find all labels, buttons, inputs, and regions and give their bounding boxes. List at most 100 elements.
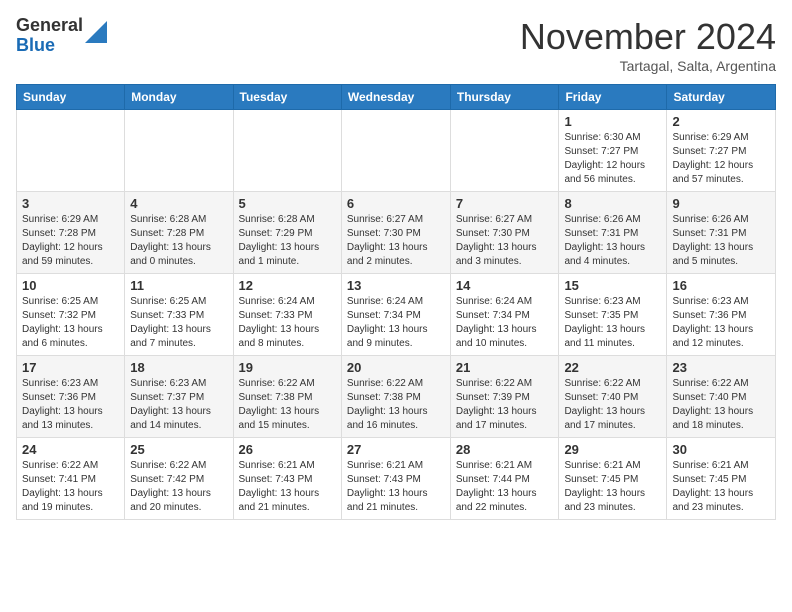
calendar-week-2: 3Sunrise: 6:29 AMSunset: 7:28 PMDaylight… <box>17 192 776 274</box>
cell-content: Sunrise: 6:23 AMSunset: 7:36 PMDaylight:… <box>22 377 119 433</box>
calendar-cell: 30Sunrise: 6:21 AMSunset: 7:45 PMDayligh… <box>667 438 776 520</box>
sunset-text: Sunset: 7:39 PM <box>456 392 530 403</box>
weekday-header-thursday: Thursday <box>450 85 559 110</box>
calendar-cell: 8Sunrise: 6:26 AMSunset: 7:31 PMDaylight… <box>559 192 667 274</box>
calendar-cell: 21Sunrise: 6:22 AMSunset: 7:39 PMDayligh… <box>450 356 559 438</box>
calendar-cell: 24 Sunrise: 6:22 AMSunset: 7:41 PMDayligh… <box>17 438 125 520</box>
day-number: 25 <box>130 442 227 457</box>
day-number: 24 <box>22 442 119 457</box>
day-number: 15 <box>564 278 661 293</box>
day-number: 14 <box>456 278 554 293</box>
daylight-text: Daylight: 13 hours and 1 minute. <box>239 242 320 267</box>
day-number: 27 <box>347 442 445 457</box>
cell-content: Sunrise: 6:21 AMSunset: 7:44 PMDaylight:… <box>456 459 554 515</box>
day-number: 4 <box>130 196 227 211</box>
calendar-cell: 10Sunrise: 6:25 AMSunset: 7:32 PMDayligh… <box>17 274 125 356</box>
day-number: 21 <box>456 360 554 375</box>
calendar-cell: 3Sunrise: 6:29 AMSunset: 7:28 PMDaylight… <box>17 192 125 274</box>
sunset-text: Sunset: 7:42 PM <box>130 474 204 485</box>
sunset-text: Sunset: 7:30 PM <box>347 228 421 239</box>
cell-content: Sunrise: 6:21 AM Sunset: 7:43 PM Daylight:… <box>347 459 445 515</box>
weekday-header-friday: Friday <box>559 85 667 110</box>
sunset-text: Sunset: 7:28 PM <box>130 228 204 239</box>
sunset-text: Sunset: 7:37 PM <box>130 392 204 403</box>
sunset-text: Sunset: 7:45 PM <box>672 474 746 485</box>
sunset-text: Sunset: 7:43 PM <box>239 474 313 485</box>
weekday-header-monday: Monday <box>125 85 233 110</box>
sunrise-text: Sunrise: 6:29 AM <box>672 132 748 143</box>
calendar-cell: 16 Sunrise: 6:23 AMSunset: 7:36 PMDayligh… <box>667 274 776 356</box>
day-number: 26 <box>239 442 336 457</box>
sunrise-text: Sunrise: 6:29 AM <box>22 214 98 225</box>
daylight-text: Daylight: 13 hours and 9 minutes. <box>347 324 428 349</box>
logo: General Blue <box>16 16 107 56</box>
calendar-cell: 5Sunrise: 6:28 AMSunset: 7:29 PMDaylight… <box>233 192 341 274</box>
sunset-text: Sunset: 7:38 PM <box>239 392 313 403</box>
sunrise-text: Sunrise: 6:22 AM <box>130 460 206 471</box>
day-number: 22 <box>564 360 661 375</box>
calendar-cell: 14Sunrise: 6:24 AMSunset: 7:34 PMDayligh… <box>450 274 559 356</box>
daylight-text: Daylight: 12 hours and 57 minutes. <box>672 160 753 185</box>
day-number: 16 <box>672 278 770 293</box>
day-number: 1 <box>564 114 661 129</box>
calendar-cell: 1 Sunrise: 6:30 AMSunset: 7:27 PMDaylight… <box>559 110 667 192</box>
sunset-text: Sunset: 7:32 PM <box>22 310 96 321</box>
sunrise-text: Sunrise: 6:22 AM <box>456 378 532 389</box>
sunset-text: Sunset: 7:41 PM <box>22 474 96 485</box>
cell-content: Sunrise: 6:22 AMSunset: 7:41 PMDaylight:… <box>22 459 119 515</box>
daylight-text: Daylight: 13 hours and 13 minutes. <box>22 406 103 431</box>
sunrise-text: Sunrise: 6:27 AM <box>347 214 423 225</box>
calendar-cell: 15Sunrise: 6:23 AMSunset: 7:35 PMDayligh… <box>559 274 667 356</box>
daylight-text: Daylight: 13 hours and 21 minutes. <box>347 488 428 513</box>
calendar-cell: 22 Sunrise: 6:22 AMSunset: 7:40 PMDayligh… <box>559 356 667 438</box>
cell-content: Sunrise: 6:22 AMSunset: 7:38 PMDaylight:… <box>239 377 336 433</box>
weekday-header-sunday: Sunday <box>17 85 125 110</box>
day-number: 11 <box>130 278 227 293</box>
daylight-text: Daylight: 12 hours and 59 minutes. <box>22 242 103 267</box>
cell-content: Sunrise: 6:26 AMSunset: 7:31 PMDaylight:… <box>564 213 661 269</box>
calendar-cell: 13Sunrise: 6:24 AMSunset: 7:34 PMDayligh… <box>341 274 450 356</box>
cell-content: Sunrise: 6:29 AMSunset: 7:28 PMDaylight:… <box>22 213 119 269</box>
daylight-text: Daylight: 13 hours and 16 minutes. <box>347 406 428 431</box>
sunrise-text: Sunrise: 6:26 AM <box>564 214 640 225</box>
daylight-text: Daylight: 13 hours and 5 minutes. <box>672 242 753 267</box>
calendar-cell: 27 Sunrise: 6:21 AM Sunset: 7:43 PM Dayligh… <box>341 438 450 520</box>
cell-content: Sunrise: 6:22 AMSunset: 7:38 PMDaylight:… <box>347 377 445 433</box>
daylight-text: Daylight: 13 hours and 19 minutes. <box>22 488 103 513</box>
daylight-text: Daylight: 13 hours and 20 minutes. <box>130 488 211 513</box>
sunset-text: Sunset: 7:43 PM <box>347 474 421 485</box>
daylight-text: Daylight: 13 hours and 3 minutes. <box>456 242 537 267</box>
daylight-text: Daylight: 13 hours and 14 minutes. <box>130 406 211 431</box>
sunset-text: Sunset: 7:36 PM <box>22 392 96 403</box>
calendar-cell <box>341 110 450 192</box>
sunrise-text: Sunrise: 6:24 AM <box>239 296 315 307</box>
cell-content: Sunrise: 6:22 AMSunset: 7:40 PMDaylight:… <box>564 377 661 433</box>
calendar-cell: 19 Sunrise: 6:22 AMSunset: 7:38 PMDayligh… <box>233 356 341 438</box>
cell-content: Sunrise: 6:30 AMSunset: 7:27 PMDaylight:… <box>564 131 661 187</box>
day-number: 20 <box>347 360 445 375</box>
sunrise-text: Sunrise: 6:24 AM <box>347 296 423 307</box>
calendar-cell: 29Sunrise: 6:21 AMSunset: 7:45 PMDayligh… <box>559 438 667 520</box>
sunrise-text: Sunrise: 6:21 AM <box>456 460 532 471</box>
daylight-text: Daylight: 13 hours and 12 minutes. <box>672 324 753 349</box>
cell-content: Sunrise: 6:21 AMSunset: 7:45 PMDaylight:… <box>564 459 661 515</box>
month-title: November 2024 <box>520 16 776 58</box>
calendar-cell: 18 Sunrise: 6:23 AM Sunset: 7:37 PM Dayligh… <box>125 356 233 438</box>
sunrise-text: Sunrise: 6:23 AM <box>130 378 206 389</box>
weekday-header-wednesday: Wednesday <box>341 85 450 110</box>
daylight-text: Daylight: 13 hours and 11 minutes. <box>564 324 645 349</box>
calendar-cell: 17Sunrise: 6:23 AMSunset: 7:36 PMDayligh… <box>17 356 125 438</box>
cell-content: Sunrise: 6:23 AMSunset: 7:36 PMDaylight:… <box>672 295 770 351</box>
day-number: 18 <box>130 360 227 375</box>
day-number: 12 <box>239 278 336 293</box>
sunrise-text: Sunrise: 6:21 AM <box>347 460 423 471</box>
cell-content: Sunrise: 6:25 AMSunset: 7:32 PMDaylight:… <box>22 295 119 351</box>
day-number: 19 <box>239 360 336 375</box>
cell-content: Sunrise: 6:22 AM Sunset: 7:42 PM Daylight:… <box>130 459 227 515</box>
cell-content: Sunrise: 6:28 AMSunset: 7:29 PMDaylight:… <box>239 213 336 269</box>
daylight-text: Daylight: 13 hours and 6 minutes. <box>22 324 103 349</box>
day-number: 9 <box>672 196 770 211</box>
sunset-text: Sunset: 7:31 PM <box>672 228 746 239</box>
weekday-header-saturday: Saturday <box>667 85 776 110</box>
calendar-cell: 25 Sunrise: 6:22 AM Sunset: 7:42 PM Dayligh… <box>125 438 233 520</box>
